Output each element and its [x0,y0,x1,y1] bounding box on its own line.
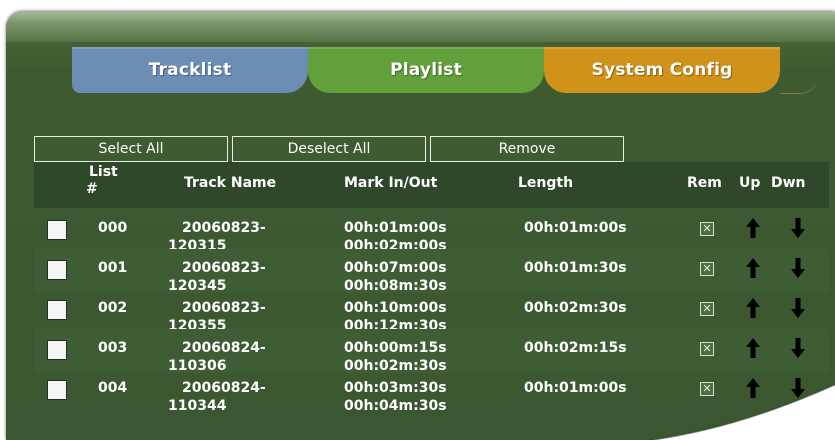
tab-bar-edge [780,47,818,94]
remove-x-icon[interactable]: ✕ [700,342,714,356]
remove-x-icon[interactable]: ✕ [700,222,714,236]
header-up: Up [739,175,761,191]
remove-x-icon[interactable]: ✕ [700,302,714,316]
track-row: 002 20060823- 120355 00h:10m:00s 00h:12m… [34,289,829,334]
header-mark-in-out: Mark In/Out [344,175,438,191]
mark-in: 00h:03m:30s [344,380,447,396]
track-length: 00h:01m:00s [524,380,627,396]
mark-in: 00h:10m:00s [344,300,447,316]
tab-bar: Tracklist Playlist System Config [72,47,822,94]
arrow-up-icon[interactable] [745,337,761,359]
list-number: 003 [98,340,128,356]
track-length: 00h:02m:30s [524,300,627,316]
track-row: 003 20060824- 110306 00h:00m:15s 00h:02m… [34,329,829,374]
list-number: 004 [98,380,128,396]
header-list-hash: # [86,181,98,197]
track-length: 00h:02m:15s [524,340,627,356]
track-checkbox[interactable] [47,220,67,240]
mark-in: 00h:01m:00s [344,220,447,236]
header-dwn: Dwn [771,175,806,191]
track-name-line2: 110344 [168,398,227,414]
track-length: 00h:01m:30s [524,260,627,276]
header-list: List [89,164,118,180]
tab-tracklist[interactable]: Tracklist [72,47,308,93]
list-number: 000 [98,220,128,236]
tab-playlist[interactable]: Playlist [308,47,544,93]
remove-button[interactable]: Remove [430,136,624,162]
mark-out: 00h:04m:30s [344,398,447,414]
track-row: 001 20060823- 120345 00h:07m:00s 00h:08m… [34,249,829,294]
tab-system-config[interactable]: System Config [544,47,780,93]
select-all-button[interactable]: Select All [34,136,228,162]
arrow-down-icon[interactable] [790,297,806,319]
deselect-all-button[interactable]: Deselect All [232,136,426,162]
track-checkbox[interactable] [47,300,67,320]
arrow-down-icon[interactable] [790,337,806,359]
track-checkbox[interactable] [47,340,67,360]
header-length: Length [518,175,574,191]
panel-top-bar [6,12,835,42]
track-name-line1: 20060823- [182,220,266,236]
track-length: 00h:01m:00s [524,220,627,236]
table-header: List # Track Name Mark In/Out Length Rem… [34,162,829,208]
track-checkbox[interactable] [47,380,67,400]
mark-in: 00h:00m:15s [344,340,447,356]
track-name-line1: 20060823- [182,300,266,316]
page-curl [647,383,835,440]
track-checkbox[interactable] [47,260,67,280]
mark-in: 00h:07m:00s [344,260,447,276]
playlist-panel: Tracklist Playlist System Config Select … [6,12,835,440]
header-track-name: Track Name [184,175,277,191]
track-name-line1: 20060824- [182,340,266,356]
arrow-down-icon[interactable] [790,217,806,239]
remove-x-icon[interactable]: ✕ [700,262,714,276]
track-name-line1: 20060823- [182,260,266,276]
header-rem: Rem [687,175,722,191]
arrow-up-icon[interactable] [745,217,761,239]
track-row: 000 20060823- 120315 00h:01m:00s 00h:02m… [34,209,829,254]
arrow-up-icon[interactable] [745,297,761,319]
track-name-line1: 20060824- [182,380,266,396]
arrow-down-icon[interactable] [790,257,806,279]
list-number: 001 [98,260,128,276]
list-number: 002 [98,300,128,316]
arrow-up-icon[interactable] [745,257,761,279]
